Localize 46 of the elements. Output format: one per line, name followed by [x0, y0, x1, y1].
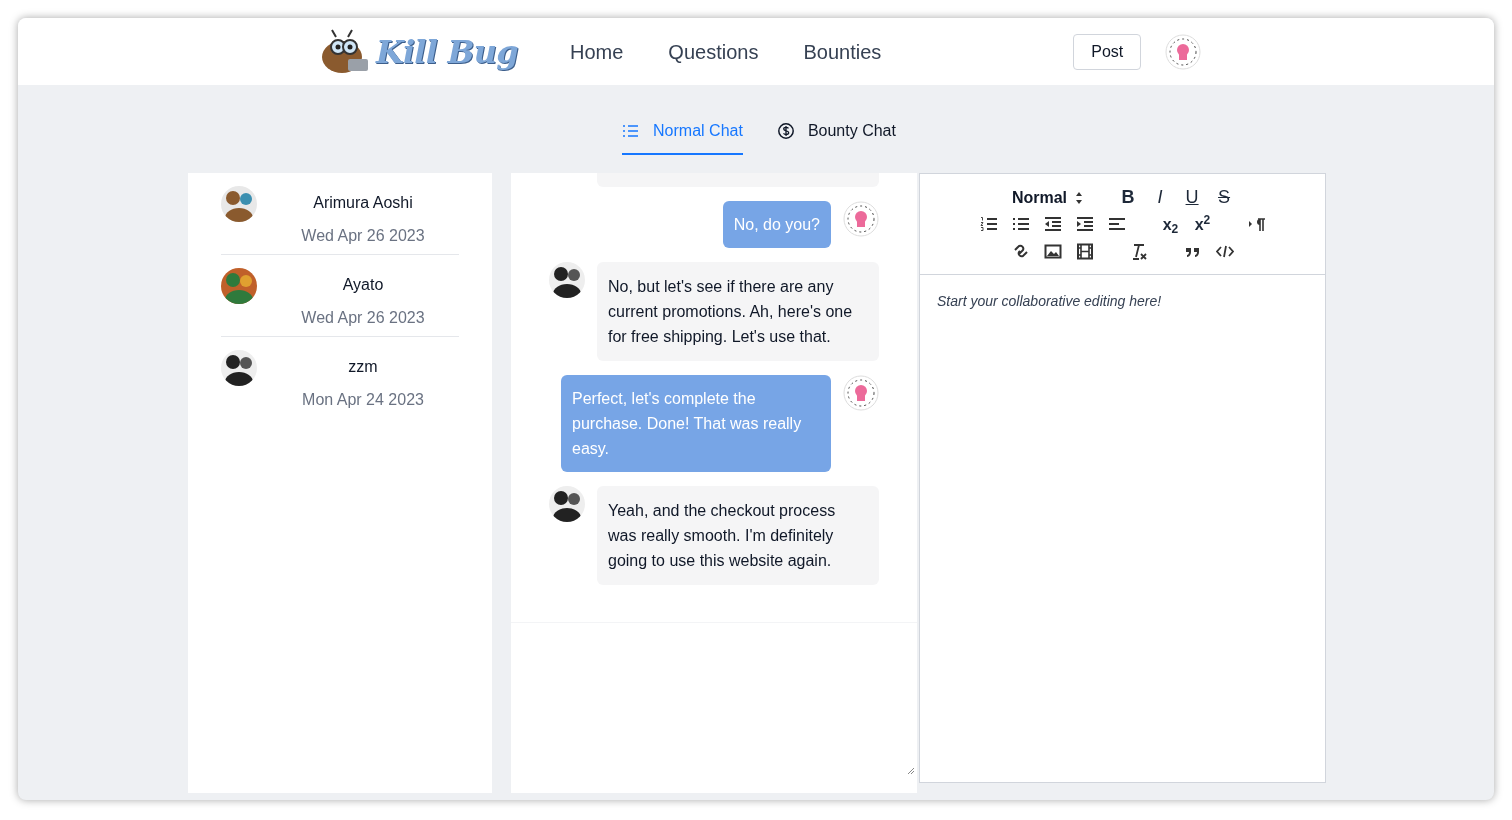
contact-item[interactable]: zzm Mon Apr 24 2023 — [221, 337, 459, 419]
contact-date: Wed Apr 26 2023 — [301, 308, 425, 328]
format-select[interactable]: Normal — [1011, 185, 1084, 210]
logo-text: Kill Bug — [376, 31, 518, 73]
avatar-icon — [843, 201, 879, 237]
contact-name: Arimura Aoshi — [313, 193, 413, 213]
film-icon[interactable] — [1075, 243, 1094, 260]
underline-button[interactable]: U — [1183, 184, 1202, 211]
editor-area[interactable]: Start your collaborative editing here! — [920, 275, 1325, 782]
nav-link[interactable]: Bounties — [803, 36, 882, 67]
contact-item[interactable]: Ayato Wed Apr 26 2023 — [221, 255, 459, 337]
ordered-list-icon[interactable] — [979, 216, 998, 233]
message-input[interactable] — [511, 623, 917, 793]
indent-icon[interactable] — [1075, 216, 1094, 233]
outdent-icon[interactable] — [1043, 216, 1062, 233]
contact-name: zzm — [348, 357, 378, 377]
text-direction-icon[interactable] — [1247, 216, 1266, 233]
image-icon[interactable] — [1043, 243, 1062, 260]
avatar-icon — [843, 375, 879, 411]
bullet-list-icon[interactable] — [1011, 216, 1030, 233]
chat-tab[interactable]: Normal Chat — [622, 109, 743, 155]
contact-item[interactable]: Arimura Aoshi Wed Apr 26 2023 — [221, 173, 459, 255]
contact-name: Ayato — [342, 275, 384, 295]
dollar-icon — [776, 123, 795, 139]
message-bubble: No, do you? — [722, 201, 831, 248]
nav-link[interactable]: Home — [570, 36, 624, 67]
strike-button[interactable]: S — [1215, 184, 1234, 211]
chat-tab[interactable]: Bounty Chat — [776, 109, 896, 155]
message-bubble: Yeah, and the checkout process was really smooth. I'm definitely going to use this website again. — [597, 486, 879, 585]
italic-button[interactable]: I — [1151, 184, 1170, 211]
align-icon[interactable] — [1107, 216, 1126, 233]
bold-button[interactable]: B — [1119, 184, 1138, 211]
updown-icon — [1075, 190, 1084, 205]
contact-date: Mon Apr 24 2023 — [302, 390, 424, 410]
code-icon[interactable] — [1215, 243, 1234, 260]
contact-date: Wed Apr 26 2023 — [301, 226, 425, 246]
list-icon — [622, 123, 641, 139]
post-button[interactable]: Post — [1073, 33, 1142, 70]
message-bubble: No, but let's see if there are any current promotions. Ah, here's one for free shipping. Let's use that. — [597, 262, 879, 361]
editor-placeholder: Start your collaborative editing here! — [937, 293, 1162, 309]
resize-handle-icon[interactable] — [907, 767, 915, 775]
subscript-button[interactable]: x$_{2}$ — [1161, 212, 1180, 237]
avatar-button[interactable] — [1165, 33, 1202, 70]
nav-link[interactable]: Questions — [668, 36, 759, 67]
message-bubble: Perfect, let's complete the purchase. Done! That was really easy. — [561, 375, 831, 472]
superscript-button[interactable]: x$^{2}$ — [1193, 212, 1212, 237]
